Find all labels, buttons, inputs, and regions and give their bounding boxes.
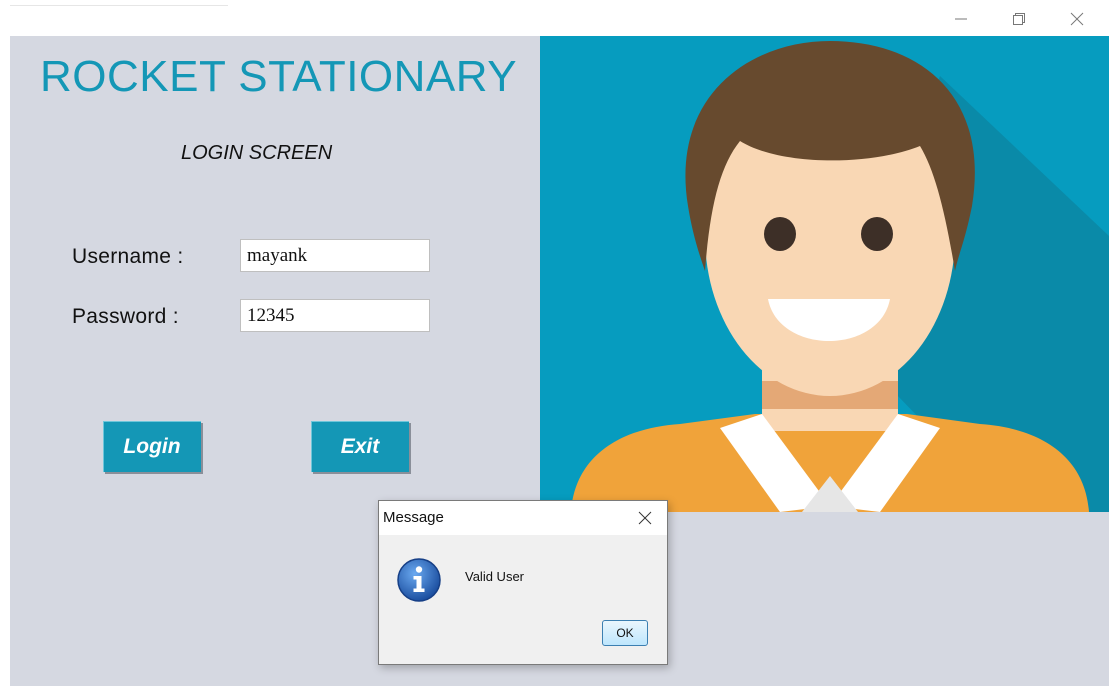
window-titlebar — [0, 0, 1109, 36]
app-brand-title: ROCKET STATIONARY — [40, 52, 518, 101]
password-label: Password : — [72, 305, 179, 328]
titlebar-divider — [10, 5, 228, 6]
close-icon — [638, 511, 652, 525]
minimize-icon — [955, 18, 967, 20]
username-label: Username : — [72, 245, 184, 268]
avatar-illustration — [540, 36, 1109, 512]
dialog-titlebar: Message — [379, 501, 667, 535]
restore-button[interactable] — [996, 6, 1042, 32]
info-icon — [397, 558, 441, 602]
password-field[interactable] — [240, 299, 430, 332]
close-window-button[interactable] — [1054, 6, 1100, 32]
exit-button[interactable]: Exit — [311, 421, 409, 472]
dialog-message: Valid User — [465, 569, 525, 584]
close-icon — [1070, 12, 1084, 26]
login-button[interactable]: Login — [103, 421, 201, 472]
screen-subtitle: LOGIN SCREEN — [181, 142, 333, 164]
avatar-image — [540, 36, 1109, 512]
minimize-button[interactable] — [938, 6, 984, 32]
dialog-title: Message — [383, 509, 444, 526]
ok-button[interactable]: OK — [602, 620, 648, 646]
message-dialog: Message Valid User OK — [378, 500, 668, 665]
username-field[interactable] — [240, 239, 430, 272]
dialog-close-button[interactable] — [633, 507, 657, 529]
restore-icon — [1013, 13, 1025, 25]
